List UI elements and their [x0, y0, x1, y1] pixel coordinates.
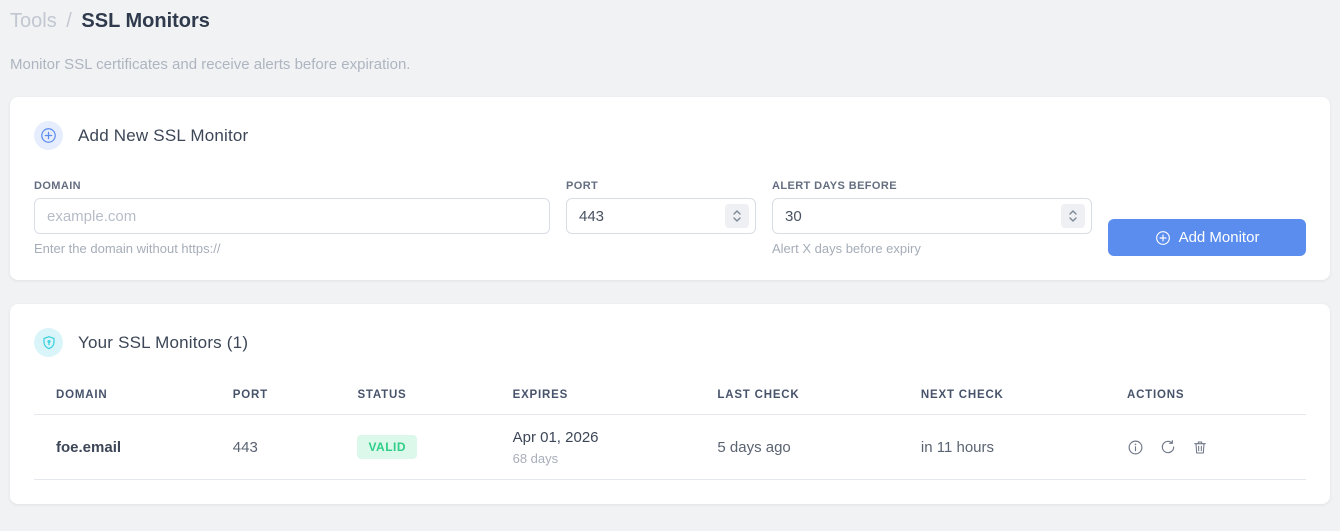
plus-circle-icon	[1155, 230, 1170, 245]
add-monitor-card-header: Add New SSL Monitor	[34, 121, 1306, 150]
add-monitor-form: DOMAIN Enter the domain without https://…	[34, 180, 1306, 256]
ssl-monitors-page: Tools / SSL Monitors Monitor SSL certifi…	[0, 0, 1340, 504]
page-title: SSL Monitors	[81, 10, 210, 32]
domain-helper-text: Enter the domain without https://	[34, 241, 221, 256]
add-monitor-card: Add New SSL Monitor DOMAIN Enter the dom…	[10, 97, 1330, 280]
domain-label: DOMAIN	[34, 180, 82, 192]
alert-days-stepper[interactable]	[1061, 204, 1085, 228]
add-monitor-button[interactable]: Add Monitor	[1108, 219, 1306, 256]
alert-days-input[interactable]	[772, 198, 1092, 234]
monitor-expires-in: 68 days	[512, 450, 559, 466]
breadcrumb-tools-link[interactable]: Tools	[10, 10, 57, 32]
status-badge: VALID	[357, 435, 418, 459]
alert-days-helper-text: Alert X days before expiry	[772, 241, 921, 256]
monitors-list-card: Your SSL Monitors (1) DOMAIN PORT STATUS…	[10, 304, 1330, 504]
plus-circle-icon	[34, 121, 63, 150]
breadcrumb: Tools / SSL Monitors	[10, 8, 1330, 34]
monitor-domain: foe.email	[34, 414, 211, 480]
breadcrumb-separator: /	[66, 10, 72, 32]
column-header-expires: EXPIRES	[490, 381, 696, 415]
column-header-port: PORT	[210, 381, 336, 415]
domain-field-group: DOMAIN Enter the domain without https://	[34, 180, 550, 256]
monitor-last-check: 5 days ago	[695, 414, 899, 480]
table-header-row: DOMAIN PORT STATUS EXPIRES LAST CHECK NE…	[34, 381, 1306, 415]
page-subtitle: Monitor SSL certificates and receive ale…	[10, 56, 411, 73]
table-row: foe.email 443 VALID Apr 01, 2026 68 days…	[34, 414, 1306, 480]
domain-input[interactable]	[34, 198, 550, 234]
port-stepper[interactable]	[725, 204, 749, 228]
monitor-expires-date: Apr 01, 2026	[512, 428, 599, 446]
trash-icon[interactable]	[1192, 439, 1208, 455]
add-monitor-button-label: Add Monitor	[1178, 229, 1260, 246]
column-header-last-check: LAST CHECK	[695, 381, 899, 415]
alert-days-label: ALERT DAYS BEFORE	[772, 180, 897, 192]
port-field-group: PORT	[566, 180, 756, 256]
column-header-next-check: NEXT CHECK	[898, 381, 1105, 415]
add-monitor-card-title: Add New SSL Monitor	[78, 125, 249, 145]
column-header-domain: DOMAIN	[34, 381, 211, 415]
refresh-icon[interactable]	[1160, 439, 1176, 455]
column-header-actions: ACTIONS	[1104, 381, 1306, 415]
monitors-card-header: Your SSL Monitors (1)	[34, 328, 1306, 357]
monitor-port: 443	[210, 414, 336, 480]
shield-icon	[34, 328, 63, 357]
port-label: PORT	[566, 180, 599, 192]
row-actions	[1127, 415, 1306, 479]
monitor-next-check: in 11 hours	[898, 414, 1105, 480]
info-icon[interactable]	[1127, 439, 1144, 456]
alert-days-field-group: ALERT DAYS BEFORE Alert X days before ex…	[772, 180, 1092, 256]
monitors-card-title: Your SSL Monitors (1)	[78, 332, 249, 352]
column-header-status: STATUS	[335, 381, 491, 415]
monitors-table: DOMAIN PORT STATUS EXPIRES LAST CHECK NE…	[34, 381, 1306, 480]
